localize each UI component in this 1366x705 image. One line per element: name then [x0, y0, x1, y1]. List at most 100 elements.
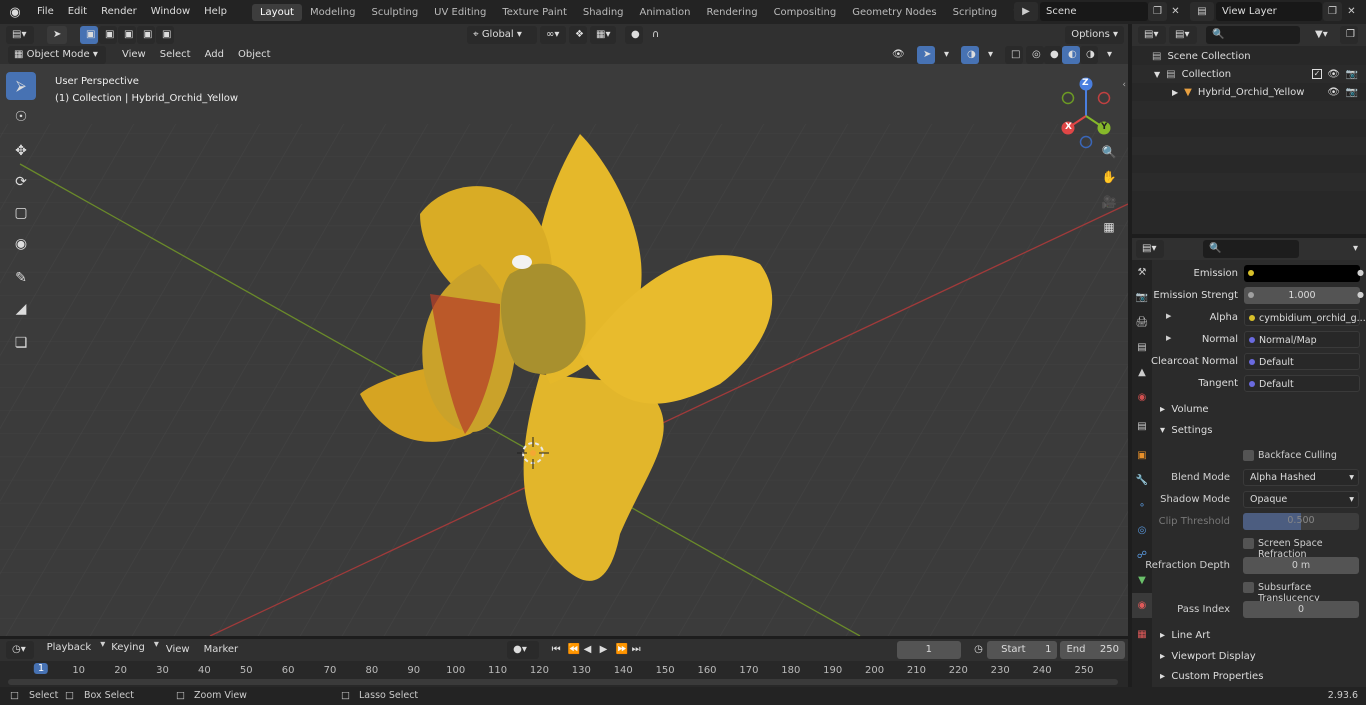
volume-section[interactable]: ▸ Volume	[1154, 400, 1364, 420]
collection-camera-icon[interactable]: 📷	[1346, 69, 1358, 80]
new-collection-icon[interactable]: ❐	[1340, 26, 1358, 44]
snap-target-icon[interactable]: ▦▾	[590, 26, 616, 44]
select-invert-icon[interactable]: ▣	[137, 26, 155, 44]
timeline-editor-type-icon[interactable]: ◷▾	[6, 641, 34, 659]
zoom-icon[interactable]: 🔍	[1098, 141, 1120, 163]
world-tab-icon[interactable]: ◉	[1132, 385, 1152, 410]
measure-tool-icon[interactable]: ◢	[6, 295, 36, 323]
menu-window[interactable]: Window	[144, 0, 197, 24]
timeline-menu-marker[interactable]: Marker	[197, 639, 246, 661]
menu-help[interactable]: Help	[197, 0, 234, 24]
play-icon[interactable]: ▶	[594, 641, 610, 659]
view-layer-field[interactable]: View Layer	[1216, 2, 1322, 21]
timeline-menu-playback[interactable]: Playback	[41, 639, 98, 657]
new-view-layer-icon[interactable]: ❐	[1323, 2, 1342, 21]
timeline-scrollbar[interactable]	[8, 679, 1118, 685]
gizmo-dropdown-icon[interactable]: ▾	[938, 46, 952, 64]
transform-orientation-dropdown[interactable]: ⌖ Global ▾	[467, 26, 537, 44]
normal-field[interactable]: Normal/Map	[1244, 331, 1360, 348]
pivot-point-icon[interactable]: ∞▾	[540, 26, 566, 44]
outliner-object[interactable]: ▶ ▼ Hybrid_Orchid_Yellow 👁 📷	[1132, 83, 1366, 101]
subsurface-checkbox[interactable]	[1243, 582, 1254, 593]
scene-name-field[interactable]: Scene	[1040, 2, 1148, 21]
viewport-menu-view[interactable]: View	[115, 44, 153, 66]
collection-tab-icon[interactable]: ▤	[1132, 414, 1152, 439]
view-layer-icon[interactable]: ▤	[1190, 2, 1214, 21]
proportional-editing-icon[interactable]: ●	[625, 26, 643, 44]
emission-color-field[interactable]	[1244, 265, 1360, 282]
scene-tab-icon[interactable]: ▲	[1132, 360, 1152, 385]
end-frame-field[interactable]: End 250	[1060, 641, 1125, 659]
modifier-tab-icon[interactable]: 🔧	[1132, 468, 1152, 493]
material-shading-icon[interactable]: ◐	[1062, 46, 1080, 64]
strength-keyframe-icon[interactable]: ●	[1357, 290, 1364, 299]
jump-end-icon[interactable]: ⏭	[626, 641, 642, 659]
menu-edit[interactable]: Edit	[61, 0, 94, 24]
pass-index-field[interactable]: 0	[1243, 601, 1359, 618]
filter-icon[interactable]: ▼▾	[1309, 26, 1337, 44]
gizmo-toggle-icon[interactable]: ➤	[917, 46, 935, 64]
collection-checkbox[interactable]: ✓	[1312, 69, 1322, 79]
start-frame-field[interactable]: Start 1	[987, 641, 1058, 659]
viewport-menu-select[interactable]: Select	[153, 44, 198, 66]
select-extend-icon[interactable]: ▣	[99, 26, 117, 44]
prev-keyframe-icon[interactable]: ⏪	[562, 641, 580, 659]
menu-render[interactable]: Render	[94, 0, 144, 24]
viewport-menu-object[interactable]: Object	[231, 44, 278, 66]
backface-culling-checkbox[interactable]	[1243, 450, 1254, 461]
overlay-dropdown-icon[interactable]: ▾	[982, 46, 996, 64]
tangent-field[interactable]: Default	[1244, 375, 1360, 392]
particles-tab-icon[interactable]: ∘	[1132, 493, 1152, 518]
overlay-toggle-icon[interactable]: ◑	[961, 46, 979, 64]
outliner-editor-type-icon[interactable]: ▤▾	[1138, 26, 1166, 44]
xray-icon[interactable]: □	[1005, 46, 1023, 64]
options-button[interactable]: Options ▾	[1065, 26, 1124, 44]
solid-shading-icon[interactable]: ●	[1044, 46, 1062, 64]
blender-logo-icon[interactable]: ◉	[0, 5, 30, 20]
snap-icon[interactable]: ❖	[569, 26, 587, 44]
collection-eye-icon[interactable]: 👁	[1327, 69, 1340, 80]
viewport-menu-add[interactable]: Add	[198, 44, 231, 66]
tab-compositing[interactable]: Compositing	[766, 4, 845, 21]
refraction-depth-field[interactable]: 0 m	[1243, 557, 1359, 574]
editor-type-icon[interactable]: ▤▾	[6, 26, 34, 44]
tab-shading[interactable]: Shading	[575, 4, 632, 21]
tab-sculpting[interactable]: Sculpting	[363, 4, 426, 21]
viewport-display-section[interactable]: ▸ Viewport Display	[1154, 647, 1364, 667]
expand-arrow-icon[interactable]: ▼	[1154, 70, 1160, 79]
timeline-area[interactable]: 1 10 20 30 40 50 60 70 80 90 100 110 120 130 140 150 160…	[0, 661, 1128, 687]
move-tool-icon[interactable]: ✥	[6, 137, 36, 165]
tab-modeling[interactable]: Modeling	[302, 4, 364, 21]
camera-view-icon[interactable]: 🎥	[1098, 191, 1120, 213]
preview-range-icon[interactable]: ◷	[968, 641, 984, 659]
mode-dropdown[interactable]: ▦ Object Mode ▾	[8, 46, 106, 64]
sidebar-toggle-icon[interactable]: ‹	[1122, 80, 1126, 90]
object-eye-icon[interactable]: 👁	[1327, 87, 1340, 98]
output-tab-icon[interactable]: 🖨	[1132, 310, 1152, 335]
select-intersect-icon[interactable]: ▣	[156, 26, 174, 44]
scale-tool-icon[interactable]: ▢	[6, 199, 36, 227]
close-scene-icon[interactable]: ✕	[1166, 2, 1185, 21]
current-frame-field[interactable]: 1	[896, 641, 962, 659]
next-keyframe-icon[interactable]: ⏩	[610, 641, 628, 659]
render-tab-icon[interactable]: 📷	[1132, 285, 1152, 310]
tab-scripting[interactable]: Scripting	[945, 4, 1005, 21]
new-scene-icon[interactable]: ❐	[1148, 2, 1167, 21]
alpha-field[interactable]: cymbidium_orchid_g...	[1244, 309, 1366, 326]
clip-threshold-slider[interactable]: 0.500	[1243, 513, 1359, 530]
visibility-icon[interactable]: 👁▾	[886, 46, 914, 78]
wireframe-shading-icon[interactable]: ◎	[1026, 46, 1044, 64]
normal-expand-icon[interactable]: ▶	[1166, 334, 1171, 342]
jump-start-icon[interactable]: ⏮	[546, 641, 562, 659]
alpha-expand-icon[interactable]: ▶	[1166, 312, 1171, 320]
rotate-tool-icon[interactable]: ⟳	[6, 168, 36, 196]
view-layer-tab-icon[interactable]: ▤	[1132, 335, 1152, 360]
clearcoat-field[interactable]: Default	[1244, 353, 1360, 370]
timeline-menu-keying[interactable]: Keying	[105, 639, 151, 657]
data-tab-icon[interactable]: ▼	[1132, 568, 1152, 593]
object-camera-icon[interactable]: 📷	[1346, 87, 1358, 98]
select-box-tool-icon[interactable]: ⮚	[6, 72, 36, 100]
custom-properties-section[interactable]: ▸ Custom Properties	[1154, 667, 1364, 687]
properties-search-input[interactable]: 🔍	[1203, 240, 1299, 258]
outliner-search-input[interactable]: 🔍	[1206, 26, 1300, 44]
